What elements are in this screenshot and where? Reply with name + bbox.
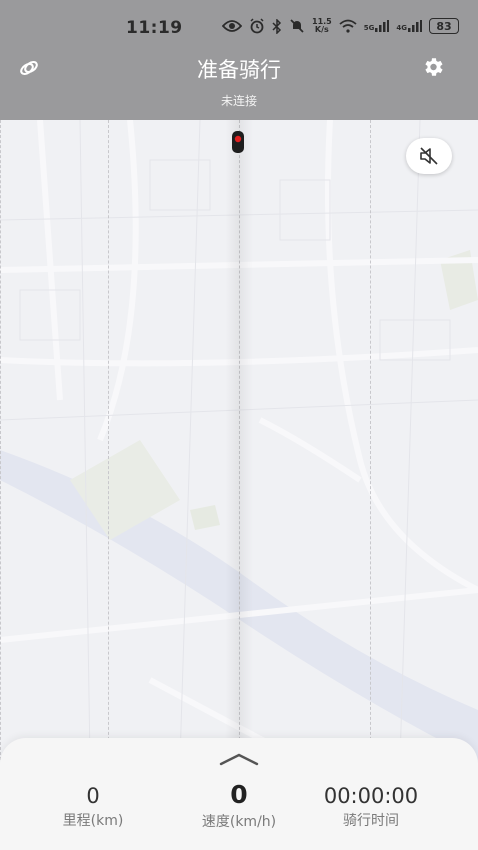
mute-button[interactable] — [406, 138, 452, 174]
speed-value: 0 — [230, 780, 248, 809]
location-marker-icon — [232, 131, 244, 153]
time-label: 骑行时间 — [343, 813, 399, 829]
time-value: 00:00:00 — [323, 784, 419, 808]
grid-line — [108, 120, 109, 760]
signal-bars-icon — [408, 20, 422, 32]
ride-stats-panel: 0 里程(km) 0 速度(km/h) 00:00:00 骑行时间 — [0, 738, 478, 850]
time-stat: 00:00:00 骑行时间 — [296, 784, 446, 830]
distance-label: 里程(km) — [62, 813, 124, 829]
net-speed: 11.5 K/s — [312, 17, 332, 34]
speed-stat: 0 速度(km/h) — [164, 780, 314, 831]
bell-off-icon — [290, 19, 304, 33]
settings-button[interactable] — [419, 53, 447, 81]
status-bar: 11:19 11.5 K/s 5G 4G 83 — [0, 12, 478, 46]
distance-stat: 0 里程(km) — [18, 784, 168, 830]
gear-icon — [425, 58, 443, 76]
connection-status: 未连接 — [220, 94, 257, 108]
page-title: 准备骑行 — [197, 58, 281, 82]
speaker-mute-icon — [420, 147, 438, 165]
speed-label: 速度(km/h) — [201, 814, 277, 830]
eye-icon — [222, 20, 242, 32]
bluetooth-icon — [272, 18, 282, 34]
signal-1: 5G — [364, 20, 390, 32]
header: 11:19 11.5 K/s 5G 4G 83 准备骑行 未连接 — [0, 0, 478, 120]
wifi-icon — [339, 19, 357, 33]
alarm-icon — [250, 18, 264, 34]
signal-bars-icon — [375, 20, 390, 32]
chevron-up-icon[interactable] — [219, 752, 259, 766]
status-icons: 11.5 K/s 5G 4G 83 — [222, 18, 459, 34]
map-view[interactable] — [0, 120, 478, 760]
grid-line — [0, 120, 1, 760]
status-time: 11:19 — [126, 18, 183, 38]
signal-2: 4G — [396, 20, 422, 32]
distance-value: 0 — [86, 784, 100, 808]
route-track — [225, 120, 253, 760]
grid-line — [370, 120, 371, 760]
battery-indicator: 83 — [429, 18, 459, 34]
